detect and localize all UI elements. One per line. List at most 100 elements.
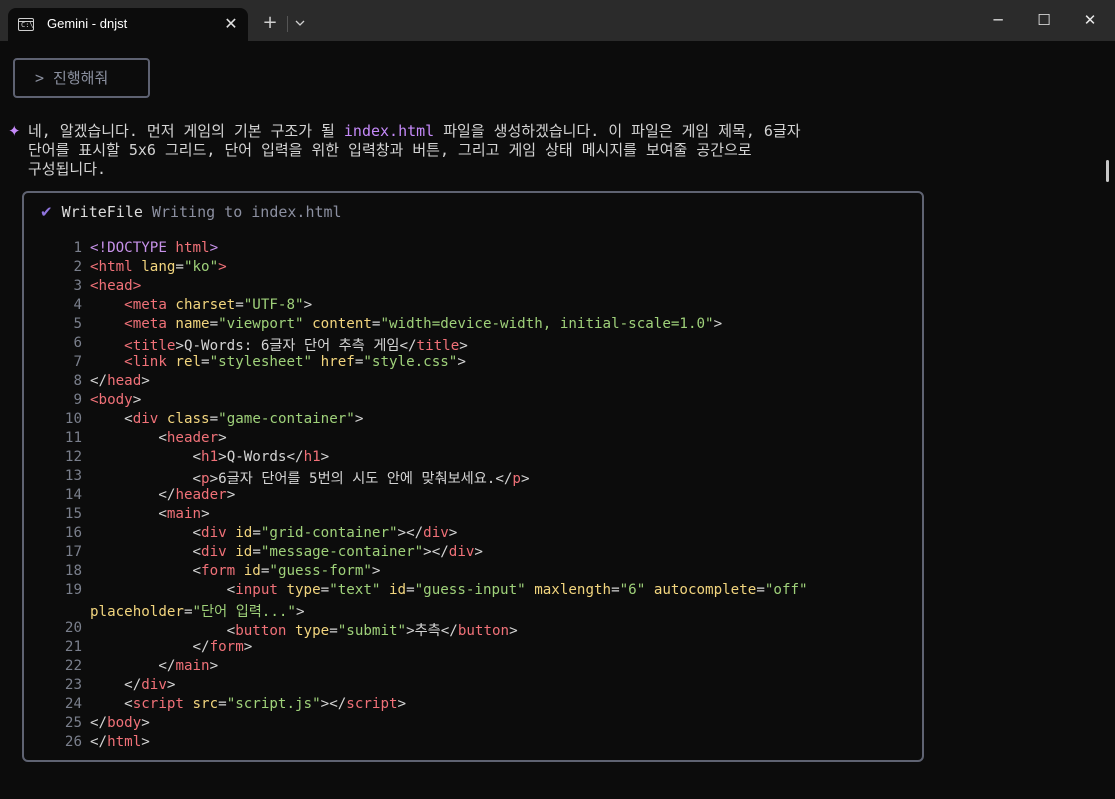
code-token: p bbox=[201, 471, 210, 487]
tool-name: WriteFile bbox=[61, 203, 143, 221]
code-token: > bbox=[201, 506, 210, 522]
minimize-icon[interactable]: ─ bbox=[975, 0, 1021, 41]
code-token: div bbox=[448, 544, 475, 560]
code-token: = bbox=[235, 297, 244, 313]
code-token: "stylesheet" bbox=[209, 354, 321, 370]
code-token: = bbox=[209, 411, 219, 427]
scrollbar-thumb[interactable] bbox=[1106, 160, 1109, 182]
code-text: <button type="submit">추측</button> bbox=[90, 620, 518, 640]
new-tab-icon[interactable]: + bbox=[259, 12, 281, 34]
filename-highlight: index.html bbox=[343, 122, 435, 140]
code-token: script bbox=[346, 696, 398, 712]
code-token: > bbox=[218, 430, 227, 446]
code-token: = bbox=[218, 696, 227, 712]
line-number: 18 bbox=[64, 563, 82, 579]
code-token: </ bbox=[286, 449, 304, 465]
code-text: <form id="guess-form"> bbox=[90, 563, 381, 579]
code-token: = bbox=[252, 525, 261, 541]
code-token: ></ bbox=[423, 544, 449, 560]
code-token: div bbox=[141, 677, 167, 693]
code-token: h1 bbox=[303, 449, 321, 465]
tab-close-icon[interactable]: ✕ bbox=[220, 13, 242, 35]
code-token: > bbox=[457, 354, 466, 370]
code-token: <!DOCTYPE bbox=[90, 240, 176, 256]
code-text: </header> bbox=[90, 487, 235, 503]
code-token: "script.js" bbox=[226, 696, 321, 712]
code-token: name bbox=[175, 316, 210, 332]
code-line: 4 <meta charset="UTF-8"> bbox=[24, 297, 922, 316]
code-token: lang bbox=[141, 259, 176, 275]
window-close-icon[interactable]: ✕ bbox=[1067, 0, 1113, 41]
line-number: 25 bbox=[64, 715, 82, 731]
terminal-icon: C:\ bbox=[18, 18, 34, 31]
line-number: 19 bbox=[64, 582, 82, 598]
code-line: 9 <body> bbox=[24, 392, 922, 411]
code-line: 6 <title>Q-Words: 6글자 단어 추측 게임</title> bbox=[24, 335, 922, 354]
line-number: 12 bbox=[64, 449, 82, 465]
code-line: 15 <main> bbox=[24, 506, 922, 525]
code-text: placeholder="단어 입력..."> bbox=[90, 601, 305, 621]
code-token: "ko" bbox=[183, 259, 219, 275]
code-token: 6글자 단어를 5번의 시도 안에 맞춰보세요. bbox=[218, 471, 496, 487]
code-token: body bbox=[107, 715, 142, 731]
code-line: 26 </html> bbox=[24, 734, 922, 753]
code-text: <header> bbox=[90, 430, 227, 446]
code-text: <head> bbox=[90, 278, 141, 294]
code-token: type bbox=[286, 582, 321, 598]
code-line: 5 <meta name="viewport" content="width=d… bbox=[24, 316, 922, 335]
code-text: <html lang="ko"> bbox=[90, 259, 227, 275]
code-token: </ bbox=[124, 677, 142, 693]
code-token: > bbox=[141, 715, 150, 731]
code-token: html bbox=[175, 240, 210, 256]
line-number: 24 bbox=[64, 696, 82, 712]
code-text: <p>6글자 단어를 5번의 시도 안에 맞춰보세요.</p> bbox=[90, 468, 530, 488]
code-token: rel bbox=[175, 354, 202, 370]
code-line: 1 <!DOCTYPE html> bbox=[24, 240, 922, 259]
tab-title: Gemini - dnjst bbox=[47, 16, 128, 31]
code-token: > bbox=[320, 449, 330, 465]
code-token: placeholder bbox=[90, 604, 184, 620]
code-token: "off" bbox=[764, 582, 808, 598]
code-token: type bbox=[295, 623, 330, 639]
code-token: < bbox=[192, 471, 202, 487]
code-line: 12 <h1>Q-Words</h1> bbox=[24, 449, 922, 468]
code-token: charset bbox=[175, 297, 236, 313]
code-token: > bbox=[209, 471, 219, 487]
code-token: = bbox=[252, 544, 261, 560]
chevron-down-icon[interactable] bbox=[292, 13, 308, 33]
code-text: </body> bbox=[90, 715, 150, 731]
code-text: <div id="grid-container"></div> bbox=[90, 525, 458, 541]
code-token: "guess-input" bbox=[414, 582, 535, 598]
line-number: 14 bbox=[64, 487, 82, 503]
code-token: > bbox=[243, 639, 253, 655]
maximize-icon[interactable]: ☐ bbox=[1021, 0, 1067, 41]
line-number: 26 bbox=[64, 734, 82, 750]
code-token: > bbox=[295, 604, 305, 620]
terminal-tab[interactable]: C:\ Gemini - dnjst ✕ bbox=[8, 8, 248, 41]
code-token: id bbox=[235, 544, 253, 560]
code-line: 10 <div class="game-container"> bbox=[24, 411, 922, 430]
code-token: Q-Words bbox=[226, 449, 287, 465]
code-token: < bbox=[192, 544, 202, 560]
code-token: <meta bbox=[124, 316, 176, 332]
line-number: 15 bbox=[64, 506, 82, 522]
code-line: 3 <head> bbox=[24, 278, 922, 297]
code-token: = bbox=[320, 582, 330, 598]
code-token: header bbox=[166, 430, 219, 446]
code-text: </main> bbox=[90, 658, 218, 674]
code-token: > bbox=[474, 544, 483, 560]
code-token: class bbox=[166, 411, 210, 427]
tool-header: ✔ WriteFile Writing to index.html bbox=[40, 203, 342, 221]
code-token: ></ bbox=[320, 696, 347, 712]
code-token: main bbox=[166, 506, 202, 522]
code-token: id bbox=[235, 525, 253, 541]
code-token: "text" bbox=[329, 582, 389, 598]
code-line: 19 <input type="text" id="guess-input" m… bbox=[24, 582, 922, 601]
